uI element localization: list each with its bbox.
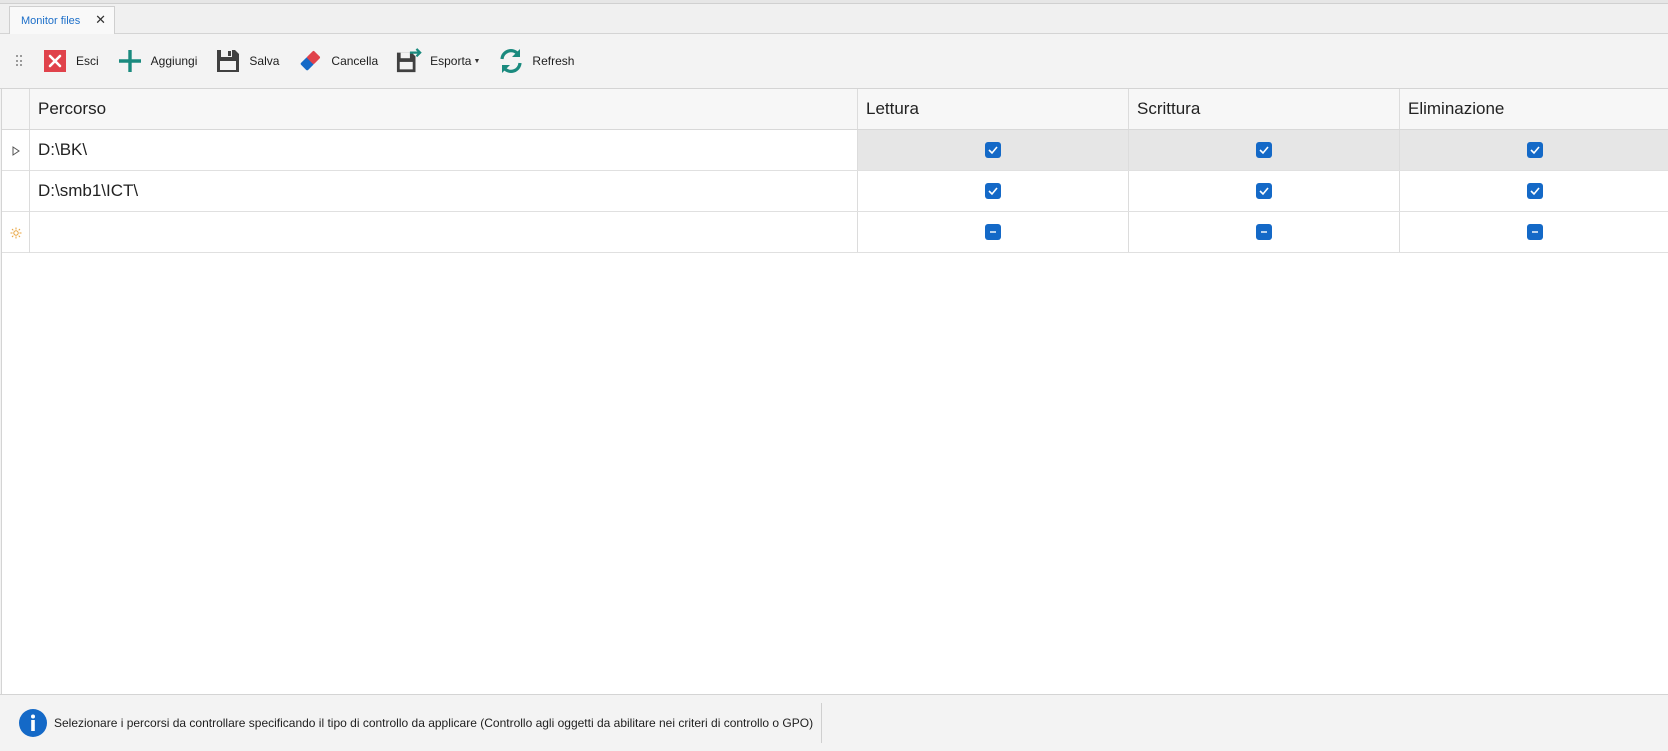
exit-button[interactable]: Esci [36,41,105,81]
column-header-eliminazione[interactable]: Eliminazione [1400,89,1668,129]
toolbar-grip-icon[interactable] [16,55,22,67]
status-separator [821,703,823,743]
lettura-checkbox-indeterminate[interactable] [985,224,1001,240]
scrittura-cell [1129,130,1400,170]
lettura-cell [858,171,1129,211]
lettura-checkbox[interactable] [985,183,1001,199]
current-row-arrow-icon [2,130,30,171]
scrittura-checkbox[interactable] [1256,183,1272,199]
eliminazione-checkbox-indeterminate[interactable] [1526,224,1543,240]
column-header-lettura[interactable]: Lettura [858,89,1129,129]
plus-icon [117,48,143,74]
row-indicator-cell [2,171,30,212]
scrittura-cell [1129,212,1400,252]
floppy-disk-icon [215,48,241,74]
header-indicator-cell [2,89,30,129]
new-row-icon [2,212,30,253]
refresh-icon [498,48,524,74]
tab-monitor-files[interactable]: Monitor files ✕ [9,6,115,34]
path-cell[interactable]: D:\BK\ [30,130,858,170]
save-button[interactable]: Salva [209,41,285,81]
column-header-scrittura[interactable]: Scrittura [1129,89,1400,129]
table-row[interactable]: D:\BK\ [2,130,1668,171]
lettura-cell [858,130,1129,170]
paths-grid: Percorso Lettura Scrittura Eliminazione … [1,89,1668,694]
path-cell[interactable]: D:\smb1\ICT\ [30,171,858,211]
add-button-label: Aggiungi [150,54,198,68]
toolbar: Esci Aggiungi Salva Cancella Esporta ▼ R… [0,34,1668,89]
export-button[interactable]: Esporta ▼ [390,41,486,81]
path-cell[interactable] [30,212,858,252]
tab-strip-top-edge [0,0,1668,4]
info-icon [18,708,48,738]
save-button-label: Salva [249,54,280,68]
eliminazione-checkbox[interactable] [1526,183,1543,199]
delete-button-label: Cancella [331,54,379,68]
eliminazione-cell [1400,212,1668,252]
tab-close-icon[interactable]: ✕ [95,12,106,28]
grid-header: Percorso Lettura Scrittura Eliminazione [2,89,1668,130]
export-disk-icon [396,48,422,74]
close-x-icon [42,48,68,74]
eraser-icon [297,48,323,74]
lettura-checkbox[interactable] [985,142,1001,158]
eliminazione-cell [1400,171,1668,211]
scrittura-checkbox-indeterminate[interactable] [1256,224,1272,240]
table-row[interactable]: D:\smb1\ICT\ [2,171,1668,212]
refresh-button[interactable]: Refresh [492,41,580,81]
scrittura-cell [1129,171,1400,211]
tab-label: Monitor files [21,14,81,27]
add-button[interactable]: Aggiungi [111,41,204,81]
new-item-row[interactable] [2,212,1668,253]
column-header-percorso[interactable]: Percorso [30,89,858,129]
delete-button[interactable]: Cancella [291,41,384,81]
export-button-label: Esporta [430,54,472,68]
status-bar: Selezionare i percorsi da controllare sp… [0,694,1668,751]
lettura-cell [858,212,1129,252]
chevron-down-icon: ▼ [473,57,481,65]
scrittura-checkbox[interactable] [1256,142,1272,158]
tab-strip: Monitor files ✕ [0,0,1668,34]
eliminazione-cell [1400,130,1668,170]
refresh-button-label: Refresh [532,54,575,68]
app-window: Monitor files ✕ Esci Aggiungi Salva Canc… [0,0,1668,751]
eliminazione-checkbox[interactable] [1526,142,1543,158]
exit-button-label: Esci [76,54,99,68]
status-message: Selezionare i percorsi da controllare sp… [54,716,814,730]
